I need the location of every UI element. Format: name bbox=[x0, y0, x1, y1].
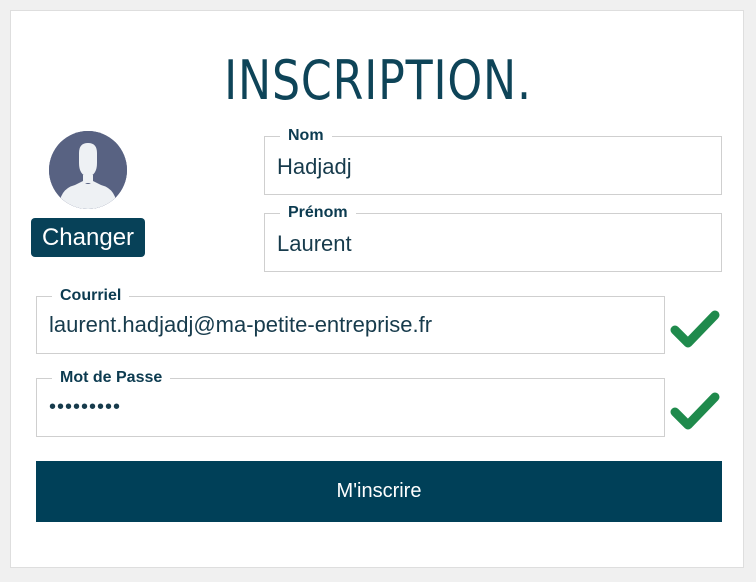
courriel-field: Courriel bbox=[36, 286, 665, 354]
signup-submit-button[interactable]: M'inscrire bbox=[36, 461, 722, 522]
user-placeholder-icon bbox=[49, 131, 127, 209]
checkmark-icon bbox=[670, 310, 720, 348]
prenom-input[interactable] bbox=[277, 230, 713, 258]
password-label: Mot de Passe bbox=[52, 368, 171, 388]
prenom-field: Prénom bbox=[264, 203, 722, 272]
nom-field: Nom bbox=[264, 126, 722, 195]
prenom-label: Prénom bbox=[280, 203, 356, 223]
courriel-input[interactable] bbox=[49, 311, 656, 339]
password-input[interactable] bbox=[49, 393, 656, 421]
change-avatar-button[interactable]: Changer bbox=[31, 218, 145, 257]
signup-card: INSCRIPTION. Changer Nom Prénom Courriel… bbox=[10, 10, 744, 568]
password-field: Mot de Passe bbox=[36, 368, 665, 437]
nom-input[interactable] bbox=[277, 153, 713, 181]
nom-label: Nom bbox=[280, 126, 332, 146]
page-title: INSCRIPTION. bbox=[224, 49, 532, 112]
avatar bbox=[49, 131, 127, 209]
checkmark-icon bbox=[670, 392, 720, 430]
courriel-label: Courriel bbox=[52, 286, 130, 306]
